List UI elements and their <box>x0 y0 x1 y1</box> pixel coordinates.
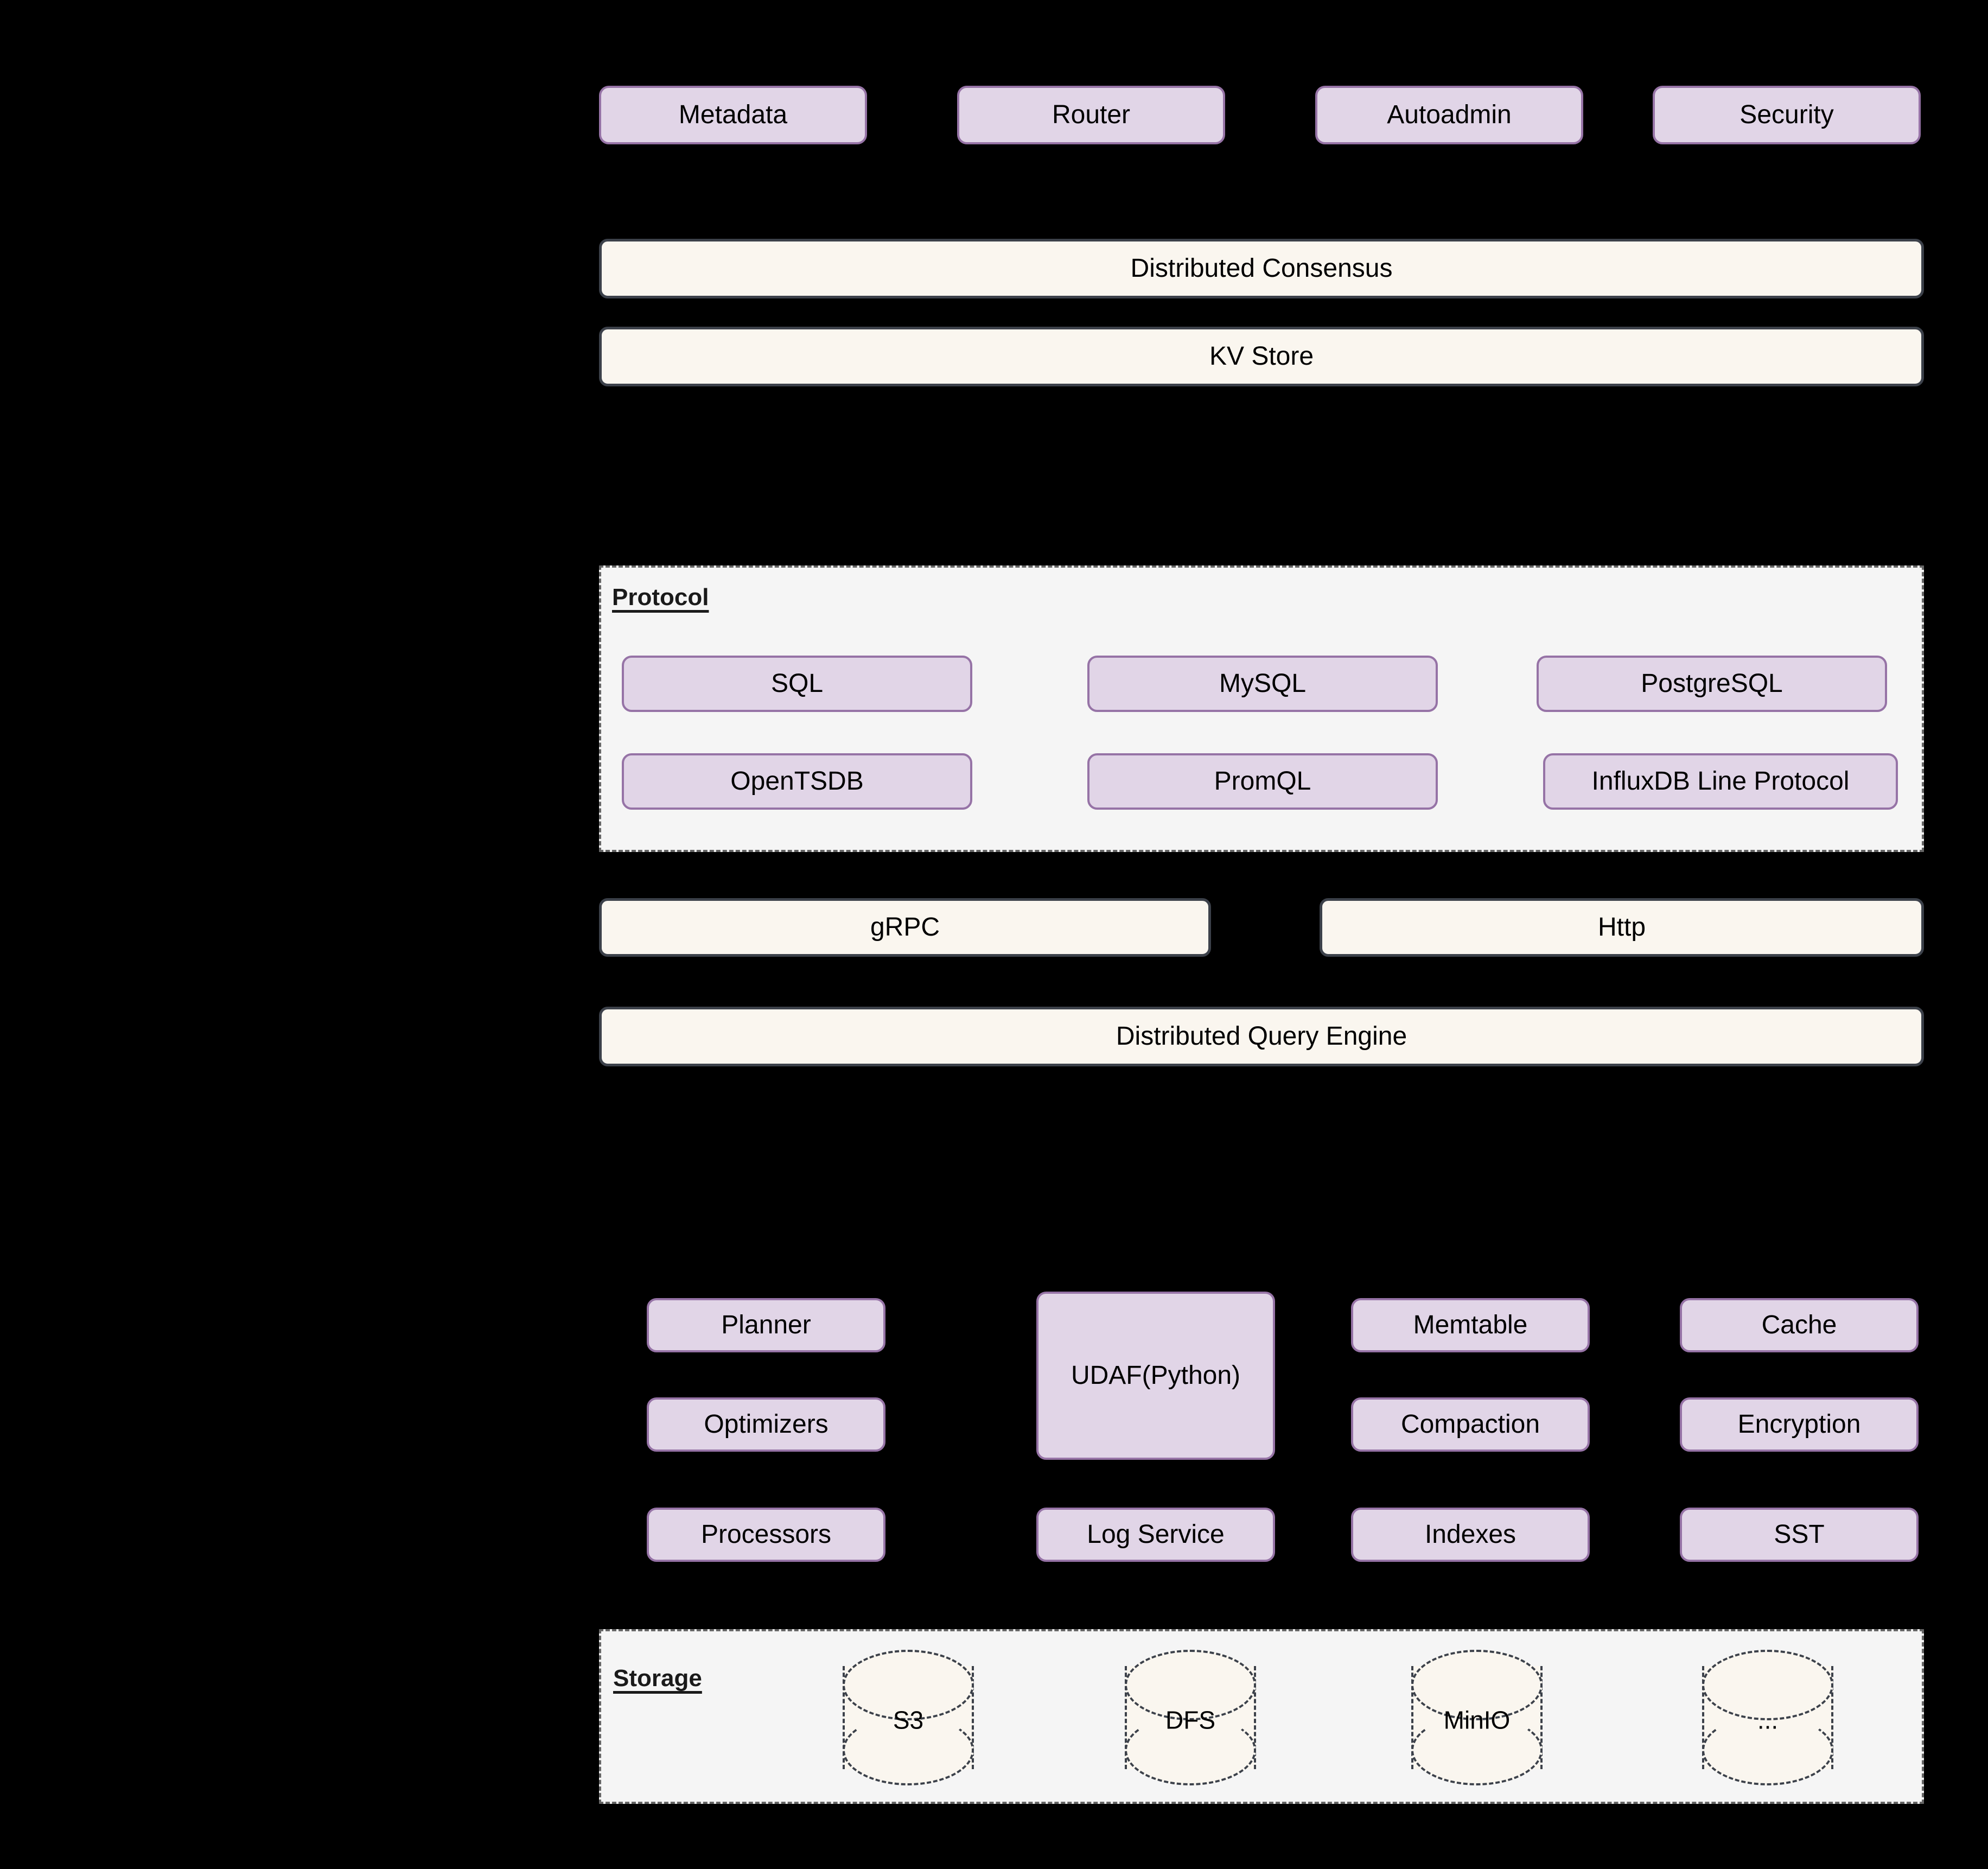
node-security[interactable]: Security <box>1653 86 1921 144</box>
node-distributed-consensus[interactable]: Distributed Consensus <box>599 239 1924 298</box>
node-label: PromQL <box>1214 767 1311 796</box>
storage-cylinder-minio[interactable]: MinIO <box>1411 1650 1543 1785</box>
node-memtable[interactable]: Memtable <box>1351 1298 1590 1352</box>
node-label: Processors <box>700 1520 832 1549</box>
node-influxdb-line-protocol[interactable]: InfluxDB Line Protocol <box>1543 753 1898 810</box>
node-http[interactable]: Http <box>1320 898 1924 957</box>
cylinder-label: MinIO <box>1443 1706 1511 1734</box>
node-postgresql[interactable]: PostgreSQL <box>1537 656 1887 712</box>
node-router[interactable]: Router <box>957 86 1225 144</box>
node-cache[interactable]: Cache <box>1680 1298 1919 1352</box>
storage-group-title: Storage <box>613 1665 702 1692</box>
node-label: Compaction <box>1400 1410 1540 1439</box>
node-label: KV Store <box>1209 342 1314 371</box>
node-label: Http <box>1597 913 1646 942</box>
node-metadata[interactable]: Metadata <box>599 86 867 144</box>
node-udaf-python[interactable]: UDAF(Python) <box>1036 1292 1275 1460</box>
storage-cylinder-other[interactable]: ... <box>1702 1650 1833 1785</box>
protocol-group-title: Protocol <box>612 584 709 611</box>
node-processors[interactable]: Processors <box>647 1508 885 1562</box>
node-label: Distributed Query Engine <box>1116 1022 1407 1051</box>
node-optimizers[interactable]: Optimizers <box>647 1397 885 1452</box>
node-autoadmin[interactable]: Autoadmin <box>1315 86 1583 144</box>
node-label: Memtable <box>1413 1311 1528 1340</box>
node-log-service[interactable]: Log Service <box>1036 1508 1275 1562</box>
architecture-diagram: Metadata Router Autoadmin Security Distr… <box>0 0 1988 1869</box>
node-label: Distributed Consensus <box>1130 254 1393 283</box>
node-distributed-query-engine[interactable]: Distributed Query Engine <box>599 1007 1924 1066</box>
node-label: Metadata <box>678 100 788 130</box>
node-label: Cache <box>1761 1311 1837 1340</box>
node-label: Planner <box>721 1311 811 1340</box>
node-mysql[interactable]: MySQL <box>1087 656 1438 712</box>
node-label: SQL <box>770 669 824 698</box>
node-sst[interactable]: SST <box>1680 1508 1919 1562</box>
node-kv-store[interactable]: KV Store <box>599 327 1924 386</box>
node-label: PostgreSQL <box>1641 669 1783 698</box>
cylinder-label: DFS <box>1165 1706 1215 1734</box>
node-label: Security <box>1740 100 1834 130</box>
node-label: SST <box>1774 1520 1825 1549</box>
node-label: InfluxDB Line Protocol <box>1591 767 1850 796</box>
node-label: OpenTSDB <box>730 767 864 796</box>
node-indexes[interactable]: Indexes <box>1351 1508 1590 1562</box>
node-label: UDAF(Python) <box>1071 1361 1241 1390</box>
node-label: MySQL <box>1219 669 1307 698</box>
cylinder-label: S3 <box>893 1706 924 1734</box>
node-label: Log Service <box>1087 1520 1225 1549</box>
node-compaction[interactable]: Compaction <box>1351 1397 1590 1452</box>
node-promql[interactable]: PromQL <box>1087 753 1438 810</box>
storage-cylinder-s3[interactable]: S3 <box>843 1650 974 1785</box>
storage-cylinder-dfs[interactable]: DFS <box>1125 1650 1256 1785</box>
cylinder-label: ... <box>1757 1706 1779 1734</box>
node-label: Indexes <box>1424 1520 1517 1549</box>
node-planner[interactable]: Planner <box>647 1298 885 1352</box>
node-label: Autoadmin <box>1387 100 1512 130</box>
node-opentsdb[interactable]: OpenTSDB <box>622 753 972 810</box>
node-sql[interactable]: SQL <box>622 656 972 712</box>
node-encryption[interactable]: Encryption <box>1680 1397 1919 1452</box>
node-label: gRPC <box>870 913 940 942</box>
node-label: Encryption <box>1737 1410 1861 1439</box>
node-label: Optimizers <box>704 1410 829 1439</box>
node-label: Router <box>1052 100 1131 130</box>
node-grpc[interactable]: gRPC <box>599 898 1211 957</box>
